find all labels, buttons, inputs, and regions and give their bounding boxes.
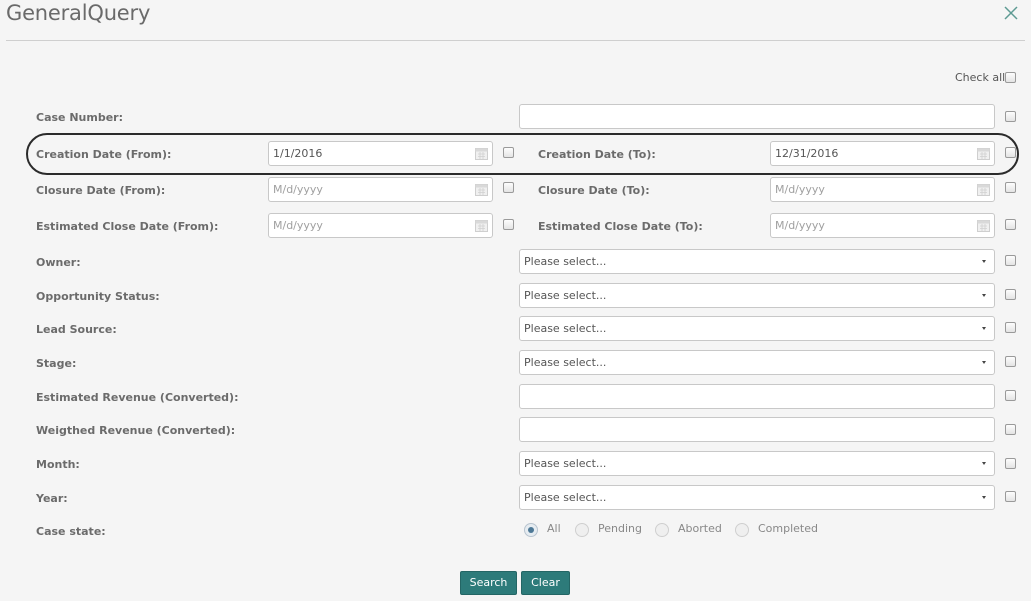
month-checkbox[interactable] — [1005, 458, 1016, 469]
weighted-revenue-input[interactable] — [519, 417, 995, 442]
search-button[interactable]: Search — [460, 571, 517, 595]
stage-label: Stage: — [36, 357, 77, 370]
closure-date-to-checkbox[interactable] — [1005, 182, 1016, 193]
month-label: Month: — [36, 458, 80, 471]
stage-checkbox[interactable] — [1005, 356, 1016, 367]
year-checkbox[interactable] — [1005, 491, 1016, 502]
est-revenue-label: Estimated Revenue (Converted): — [36, 391, 239, 404]
dialog-title: GeneralQuery — [6, 1, 151, 25]
clear-button[interactable]: Clear — [521, 571, 570, 595]
year-select[interactable]: Please select... — [519, 485, 995, 510]
calendar-icon[interactable] — [475, 219, 488, 232]
calendar-icon[interactable] — [475, 183, 488, 196]
est-close-date-from-checkbox[interactable] — [503, 219, 514, 230]
owner-checkbox[interactable] — [1005, 255, 1016, 266]
calendar-icon[interactable] — [977, 147, 990, 160]
radio-label: All — [547, 522, 561, 535]
opportunity-status-checkbox[interactable] — [1005, 289, 1016, 300]
closure-date-to-picker — [770, 177, 995, 202]
caret-down-icon — [982, 260, 986, 263]
check-all-label: Check all — [955, 71, 1006, 84]
case-number-label: Case Number: — [36, 111, 123, 124]
est-close-date-to-checkbox[interactable] — [1005, 219, 1016, 230]
radio-unselected-icon — [655, 523, 669, 537]
est-close-date-to-input[interactable] — [770, 213, 995, 238]
weighted-revenue-label: Weigthed Revenue (Converted): — [36, 424, 236, 437]
year-select-value: Please select... — [524, 491, 607, 504]
creation-date-from-input[interactable] — [268, 141, 493, 166]
caret-down-icon — [982, 462, 986, 465]
lead-source-select[interactable]: Please select... — [519, 316, 995, 341]
stage-select[interactable]: Please select... — [519, 350, 995, 375]
creation-date-from-label: Creation Date (From): — [36, 148, 172, 161]
est-close-date-to-picker — [770, 213, 995, 238]
year-label: Year: — [36, 492, 68, 505]
est-close-date-from-label: Estimated Close Date (From): — [36, 220, 219, 233]
caret-down-icon — [982, 361, 986, 364]
closure-date-from-label: Closure Date (From): — [36, 184, 166, 197]
radio-label: Completed — [758, 522, 818, 535]
creation-date-to-checkbox[interactable] — [1005, 147, 1016, 158]
owner-select-value: Please select... — [524, 255, 607, 268]
case-number-input[interactable] — [519, 104, 995, 129]
est-close-date-from-input[interactable] — [268, 213, 493, 238]
header-divider — [6, 40, 1025, 41]
est-revenue-checkbox[interactable] — [1005, 390, 1016, 401]
case-state-label: Case state: — [36, 525, 106, 538]
calendar-icon[interactable] — [475, 147, 488, 160]
creation-date-to-picker — [770, 141, 995, 166]
opportunity-status-select-value: Please select... — [524, 289, 607, 302]
radio-label: Pending — [598, 522, 642, 535]
closure-date-from-checkbox[interactable] — [503, 182, 514, 193]
month-select[interactable]: Please select... — [519, 451, 995, 476]
creation-date-to-label: Creation Date (To): — [538, 148, 656, 161]
owner-select[interactable]: Please select... — [519, 249, 995, 274]
lead-source-checkbox[interactable] — [1005, 322, 1016, 333]
dialog-header: GeneralQuery — [0, 0, 1031, 41]
calendar-icon[interactable] — [977, 219, 990, 232]
creation-date-from-picker — [268, 141, 493, 166]
lead-source-select-value: Please select... — [524, 322, 607, 335]
radio-unselected-icon — [735, 523, 749, 537]
closure-date-from-picker — [268, 177, 493, 202]
close-button[interactable] — [1001, 4, 1021, 24]
case-number-checkbox[interactable] — [1005, 111, 1016, 122]
creation-date-from-checkbox[interactable] — [503, 147, 514, 158]
est-revenue-input[interactable] — [519, 384, 995, 409]
owner-label: Owner: — [36, 256, 81, 269]
month-select-value: Please select... — [524, 457, 607, 470]
est-close-date-from-picker — [268, 213, 493, 238]
caret-down-icon — [982, 327, 986, 330]
radio-unselected-icon — [575, 523, 589, 537]
opportunity-status-label: Opportunity Status: — [36, 290, 160, 303]
closure-date-to-label: Closure Date (To): — [538, 184, 650, 197]
creation-date-to-input[interactable] — [770, 141, 995, 166]
opportunity-status-select[interactable]: Please select... — [519, 283, 995, 308]
caret-down-icon — [982, 294, 986, 297]
est-close-date-to-label: Estimated Close Date (To): — [538, 220, 703, 233]
weighted-revenue-checkbox[interactable] — [1005, 424, 1016, 435]
check-all-checkbox[interactable] — [1005, 72, 1016, 83]
caret-down-icon — [982, 496, 986, 499]
radio-label: Aborted — [678, 522, 722, 535]
lead-source-label: Lead Source: — [36, 323, 117, 336]
close-icon — [1004, 6, 1018, 20]
closure-date-from-input[interactable] — [268, 177, 493, 202]
radio-selected-icon — [524, 523, 538, 537]
calendar-icon[interactable] — [977, 183, 990, 196]
stage-select-value: Please select... — [524, 356, 607, 369]
closure-date-to-input[interactable] — [770, 177, 995, 202]
